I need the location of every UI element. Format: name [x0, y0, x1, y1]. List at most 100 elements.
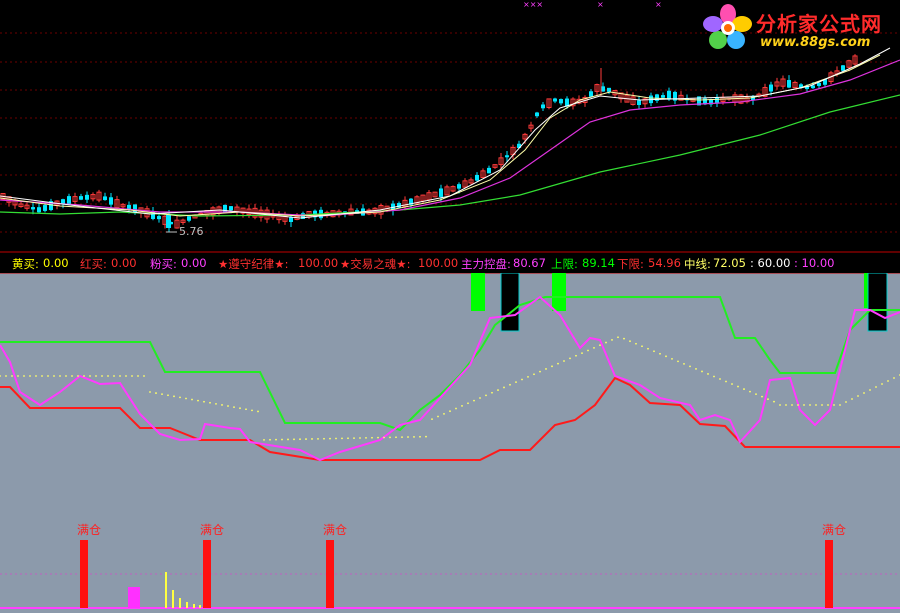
- mid-line-dot: [575, 354, 577, 357]
- mid-line-dot: [389, 436, 391, 439]
- candle-body: [109, 197, 113, 205]
- mid-line-dot: [857, 395, 859, 397]
- full-position-bar: [203, 540, 211, 608]
- mid-line-dot: [449, 410, 451, 413]
- mid-line-dot: [185, 397, 187, 400]
- mid-line-dot: [515, 381, 517, 384]
- mid-line-dot: [245, 408, 247, 411]
- shang-value: 89.14: [582, 256, 615, 270]
- mid-line-dot: [341, 437, 343, 440]
- mid-line-dot: [839, 404, 841, 406]
- mid-line-dot: [545, 368, 547, 370]
- fen-label: 粉买:: [150, 257, 177, 271]
- candle-body: [61, 199, 65, 204]
- mid-line-dot: [887, 380, 889, 382]
- mid-line-dot: [383, 436, 385, 439]
- full-position-label: 满仓: [77, 523, 101, 537]
- indicator-panel: [0, 273, 900, 613]
- mid-line-dot: [71, 375, 73, 377]
- mid-line-dot: [29, 375, 31, 377]
- mid-line-dot: [77, 375, 79, 377]
- candle-body: [661, 95, 665, 98]
- mid-line-dot: [371, 436, 373, 439]
- mid-line-dot: [125, 375, 127, 377]
- mid-line-dot: [809, 404, 811, 406]
- mid-line-dot: [701, 370, 703, 373]
- mid-line-dot: [833, 404, 835, 406]
- chart-canvas: 5.76 ××× × × 满仓 满仓 满仓 满仓: [0, 0, 900, 613]
- mid-line-dot: [143, 375, 145, 377]
- candle-body: [787, 80, 791, 88]
- mid-line-dot: [95, 375, 97, 377]
- mid-line-dot: [593, 346, 595, 349]
- full-position-bar: [80, 540, 88, 608]
- mid-line-dot: [407, 436, 409, 438]
- zhihun-label: ★交易之魂★:: [340, 257, 411, 271]
- mid-line-dot: [713, 375, 715, 378]
- xia-label: 下限:: [617, 257, 644, 271]
- candle-body: [553, 98, 557, 102]
- mid-line-dot: [815, 404, 817, 406]
- candle-body: [187, 216, 191, 221]
- mid-line-dot: [521, 378, 523, 381]
- mid-line-dot: [377, 436, 379, 439]
- mid-line-dot: [17, 375, 19, 377]
- mid-line-dot: [797, 404, 799, 406]
- mid-line-dot: [539, 370, 541, 373]
- shang-label: 上限:: [551, 257, 578, 271]
- mid-line-dot: [167, 394, 169, 397]
- mid-line-dot: [467, 402, 469, 405]
- yellow-buy-bar: [165, 572, 167, 608]
- mid-line-dot: [89, 375, 91, 377]
- mid-line-dot: [569, 357, 571, 360]
- mid-line-dot: [317, 437, 319, 440]
- mid-line-dot: [623, 337, 625, 340]
- candle-body: [487, 167, 491, 174]
- top-marker-2: ×: [597, 0, 604, 9]
- mid-line-dot: [461, 405, 463, 407]
- mid-line-dot: [599, 344, 601, 347]
- full-position-label: 满仓: [200, 523, 224, 537]
- mid-line-dot: [365, 436, 367, 439]
- full-position-bar: [825, 540, 833, 608]
- hong-value: 0.00: [111, 256, 137, 270]
- jilv-label: ★遵守纪律★:: [218, 257, 289, 271]
- mid-line-dot: [359, 437, 361, 439]
- candle-body: [769, 84, 773, 92]
- candle-body: [457, 184, 461, 189]
- mid-line-dot: [353, 437, 355, 440]
- mid-line-dot: [263, 439, 265, 441]
- mid-line-dot: [137, 375, 139, 377]
- mid-line-dot: [581, 352, 583, 355]
- mid-line-dot: [611, 339, 613, 341]
- mid-line-dot: [671, 357, 673, 360]
- signal-bar-green: [552, 273, 566, 311]
- candle-body: [841, 65, 845, 71]
- mid-line-dot: [215, 402, 217, 405]
- mid-line-dot: [695, 368, 697, 370]
- mid-line-dot: [473, 399, 475, 402]
- ten-value: : 10.00: [794, 256, 835, 270]
- mid-line-dot: [875, 386, 877, 388]
- mid-line-dot: [455, 407, 457, 410]
- mid-line-dot: [347, 437, 349, 440]
- mid-line-dot: [785, 404, 787, 406]
- mid-line-dot: [53, 375, 55, 377]
- mid-line-dot: [107, 375, 109, 377]
- candle-body: [31, 207, 35, 210]
- fen-value: 0.00: [181, 256, 207, 270]
- mid-line-dot: [191, 398, 193, 401]
- mid-line-dot: [413, 436, 415, 438]
- candle-body: [589, 91, 593, 97]
- mid-line-dot: [659, 352, 661, 355]
- mid-line-dot: [425, 435, 427, 438]
- mid-line-dot: [323, 437, 325, 440]
- mid-line-dot: [731, 383, 733, 385]
- mid-line-dot: [761, 395, 763, 398]
- mid-line-dot: [629, 340, 631, 343]
- mid-line-dot: [563, 360, 565, 362]
- mid-line-dot: [41, 375, 43, 377]
- mid-line-dot: [509, 383, 511, 386]
- flower-logo-icon: [703, 4, 752, 49]
- mid-line-dot: [707, 373, 709, 375]
